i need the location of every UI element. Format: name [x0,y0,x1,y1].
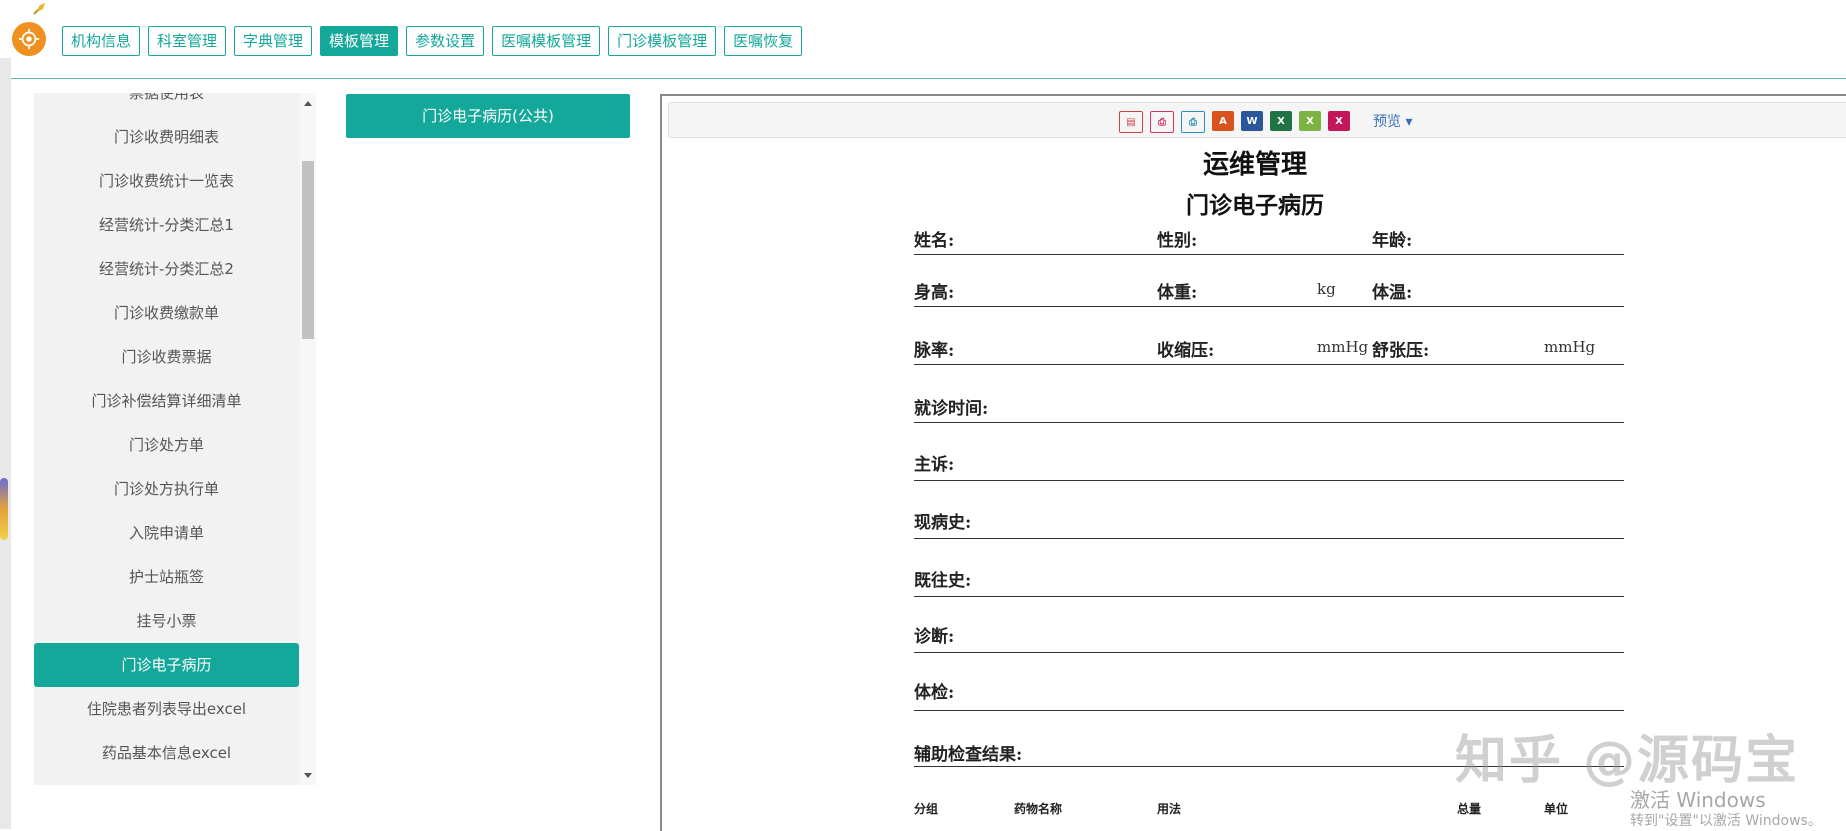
field-diastolic: 舒张压: [1372,341,1430,361]
divider [914,306,1624,307]
sidebar-item[interactable]: 门诊收费缴款单 [34,291,299,335]
divider [914,538,1624,539]
onenote-icon[interactable]: X [1328,111,1350,131]
sidebar-item[interactable]: 入院申请单 [34,511,299,555]
field-name: 姓名: [914,231,955,251]
field-gender: 性别: [1157,231,1198,251]
sidebar-item[interactable]: 挂号小票 [34,599,299,643]
pdf-icon[interactable]: A [1212,111,1234,131]
nav-org-info[interactable]: 机构信息 [62,26,141,56]
sidebar-item[interactable]: 票据使用表 [34,93,299,115]
sidebar-scroll-thumb[interactable] [302,161,314,339]
word-icon[interactable]: W [1241,111,1263,131]
rx-col-drug-name: 药物名称 [1014,802,1063,816]
field-physical-exam: 体检: [914,683,955,703]
settings-logo-icon[interactable] [12,22,46,56]
divider [914,652,1624,653]
field-weight: 体重: [1157,283,1198,303]
preview-label: 预览 [1373,114,1401,130]
divider [914,596,1624,597]
side-grip-handle[interactable] [0,478,8,540]
sidebar-item[interactable]: 门诊处方单 [34,423,299,467]
field-systolic: 收缩压: [1157,341,1215,361]
field-chief-complaint: 主诉: [914,455,955,475]
field-past-history: 既往史: [914,571,972,591]
print-preview-icon[interactable]: ⎙ [1181,111,1205,133]
divider [914,422,1624,423]
sidebar-item[interactable]: 经营统计-分类汇总1 [34,203,299,247]
sidebar-item[interactable]: 门诊收费票据 [34,335,299,379]
activation-title: 激活 Windows [1630,788,1766,812]
sidebar-item[interactable]: 护士站瓶签 [34,555,299,599]
diastolic-unit: mmHg [1544,338,1596,356]
left-edge-panel [0,58,11,829]
field-pulse: 脉率: [914,341,955,361]
sidebar-item[interactable]: 药品基本信息excel [34,731,299,775]
field-visit-time: 就诊时间: [914,399,989,419]
print-icon[interactable]: ⎙ [1150,111,1174,133]
nav-template[interactable]: 模板管理 [320,26,399,56]
sidebar-item[interactable]: 门诊收费明细表 [34,115,299,159]
rx-col-group: 分组 [914,802,939,816]
sidebar-item-active[interactable]: 门诊电子病历 [34,643,299,687]
scroll-down-arrow-icon[interactable] [304,773,312,778]
nav-department[interactable]: 科室管理 [148,26,227,56]
rx-col-total: 总量 [1457,802,1482,816]
sidebar-item[interactable]: 门诊处方执行单 [34,467,299,511]
nav-params[interactable]: 参数设置 [406,26,485,56]
activation-hint: 转到"设置"以激活 Windows。 [1630,813,1822,829]
divider [914,364,1624,365]
sidebar-item[interactable]: 门诊收费统计一览表 [34,159,299,203]
rx-col-usage: 用法 [1157,802,1182,816]
field-height: 身高: [914,283,955,303]
rx-col-unit: 单位 [1544,802,1569,816]
scroll-up-arrow-icon[interactable] [304,101,312,106]
top-bar: 机构信息 科室管理 字典管理 模板管理 参数设置 医嘱模板管理 门诊模板管理 医… [0,0,1846,79]
field-diagnosis: 诊断: [914,627,955,647]
field-aux-results: 辅助检查结果: [914,745,1023,765]
broom-icon[interactable] [32,1,48,15]
report-title: 运维管理 [1202,150,1307,180]
sidebar-item[interactable]: 住院患者列表导出excel [34,687,299,731]
field-age: 年龄: [1372,231,1413,251]
nav-outpatient-template[interactable]: 门诊模板管理 [608,26,717,56]
watermark-text: 知乎 @源码宝 [1455,731,1800,791]
field-temperature: 体温: [1372,283,1413,303]
report-toolbar: ▤ ⎙ ⎙ A W X X X 预览 ▾ [668,102,1846,138]
page-setup-icon[interactable]: ▤ [1119,111,1143,133]
template-item-selected[interactable]: 门诊电子病历(公共) [346,94,630,138]
nav-order-restore[interactable]: 医嘱恢复 [724,26,803,56]
field-present-illness: 现病史: [914,513,972,533]
weight-unit: kg [1317,280,1336,298]
nav-dictionary[interactable]: 字典管理 [234,26,313,56]
nav-order-template[interactable]: 医嘱模板管理 [492,26,601,56]
divider [914,480,1624,481]
excel-icon[interactable]: X [1270,111,1292,131]
sidebar-item[interactable]: 门诊补偿结算详细清单 [34,379,299,423]
main-nav: 机构信息 科室管理 字典管理 模板管理 参数设置 医嘱模板管理 门诊模板管理 医… [62,26,803,56]
systolic-unit: mmHg [1317,338,1369,356]
excel-alt-icon[interactable]: X [1299,111,1321,131]
divider [914,710,1624,711]
caret-down-icon: ▾ [1405,114,1413,130]
preview-dropdown[interactable]: 预览 ▾ [1373,111,1412,131]
report-subtitle: 门诊电子病历 [1186,192,1324,219]
template-sidebar: 票据使用表 门诊收费明细表 门诊收费统计一览表 经营统计-分类汇总1 经营统计-… [34,93,316,785]
divider [914,254,1624,255]
sidebar-item[interactable]: 经营统计-分类汇总2 [34,247,299,291]
